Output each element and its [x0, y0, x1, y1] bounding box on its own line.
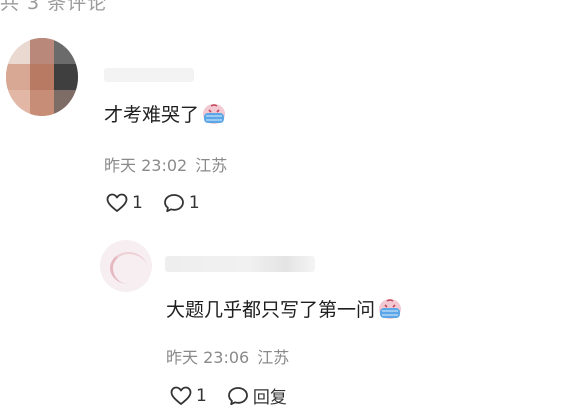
replier-username-blurred[interactable]: [165, 256, 315, 272]
comment-body: 才考难哭了: [104, 100, 226, 127]
like-count: 1: [132, 193, 143, 213]
comment-actions: 1 1: [106, 193, 200, 213]
comment-bubble-icon: [163, 193, 185, 213]
comment-location: 江苏: [195, 156, 228, 175]
reply-like-count: 1: [196, 385, 207, 406]
heart-icon: [170, 386, 192, 406]
like-button[interactable]: 1: [106, 193, 143, 213]
comment-count-header: 共 3 条评论: [0, 0, 108, 14]
comment-text: 才考难哭了: [104, 104, 200, 126]
commenter-avatar[interactable]: [6, 38, 78, 116]
replier-avatar[interactable]: [100, 240, 152, 292]
comment-meta: 昨天 23:02 江苏: [104, 152, 227, 176]
reply-body: 大题几乎都只写了第一问: [166, 295, 402, 322]
comment-time: 昨天 23:02: [104, 156, 188, 175]
reply-actions: 1 回复: [170, 383, 287, 408]
reply-meta: 昨天 23:06 江苏: [166, 344, 289, 368]
heart-icon: [106, 193, 128, 213]
reply-count-button[interactable]: 1: [163, 193, 200, 213]
crying-face-emoji-icon: [202, 103, 226, 125]
reply-button-label: 回复: [252, 388, 287, 408]
reply-time: 昨天 23:06: [166, 348, 250, 367]
comment-thread: 共 3 条评论 才考难哭了 昨天 23:02 江苏 1 1 大题几乎都只写了第一…: [0, 0, 566, 412]
reply-count: 1: [188, 193, 200, 213]
reply-like-button[interactable]: 1: [170, 386, 207, 406]
crying-face-emoji-icon: [378, 298, 402, 320]
reply-location: 江苏: [257, 348, 290, 367]
reply-text: 大题几乎都只写了第一问: [166, 299, 376, 321]
commenter-username-blurred[interactable]: [104, 68, 194, 82]
comment-bubble-icon: [227, 386, 249, 406]
reply-button[interactable]: 回复: [227, 383, 287, 408]
